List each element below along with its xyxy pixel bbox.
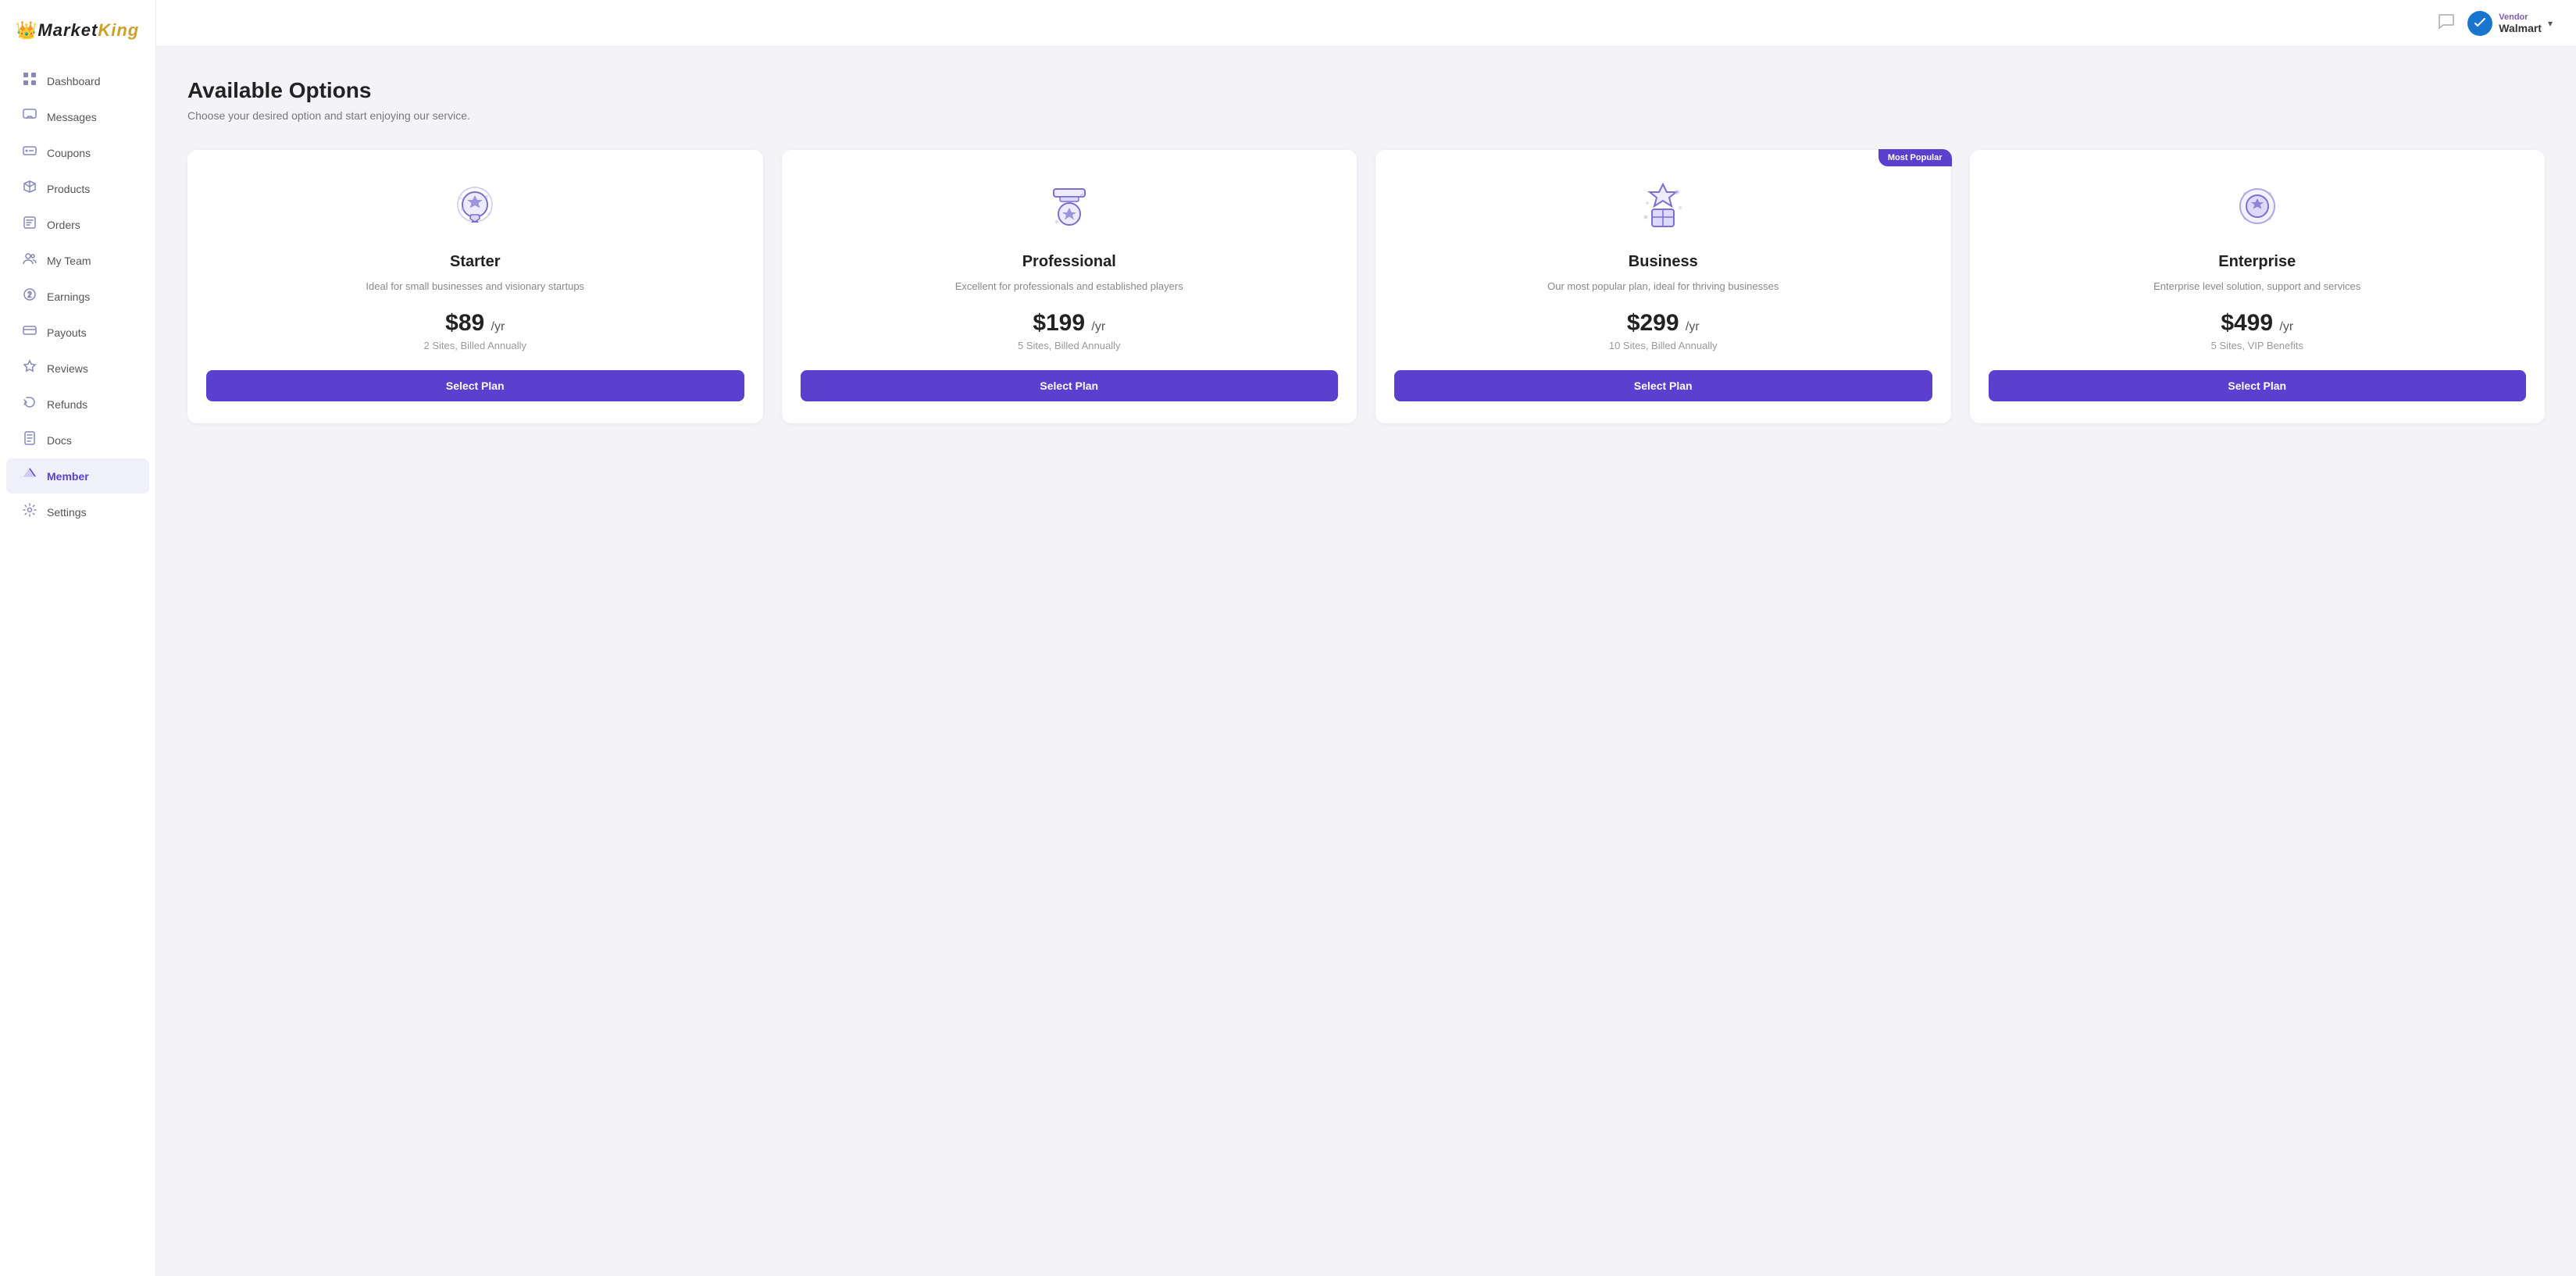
sidebar-item-docs[interactable]: Docs	[6, 422, 149, 458]
plan-desc: Excellent for professionals and establis…	[955, 279, 1183, 294]
vendor-dropdown[interactable]: Vendor Walmart ▾	[2467, 11, 2553, 36]
plan-price: $199 /yr	[1033, 310, 1105, 337]
sidebar-item-label: Payouts	[47, 326, 87, 339]
main-content: Vendor Walmart ▾ Available Options Choos…	[156, 0, 2576, 1276]
vendor-name: Walmart	[2499, 22, 2542, 34]
sidebar-item-dashboard[interactable]: Dashboard	[6, 63, 149, 98]
plan-billing: 5 Sites, VIP Benefits	[2211, 340, 2303, 351]
member-icon	[22, 467, 37, 485]
plan-desc: Ideal for small businesses and visionary…	[366, 279, 584, 294]
plan-desc: Enterprise level solution, support and s…	[2153, 279, 2360, 294]
logo: 👑MarketKing	[0, 8, 155, 56]
sidebar-item-products[interactable]: Products	[6, 171, 149, 206]
plan-name: Enterprise	[2218, 253, 2296, 271]
my-team-icon	[22, 251, 37, 269]
most-popular-badge: Most Popular	[1878, 149, 1952, 166]
plan-desc: Our most popular plan, ideal for thrivin…	[1547, 279, 1779, 294]
page-subtitle: Choose your desired option and start enj…	[187, 109, 2545, 122]
sidebar-item-member[interactable]: Member	[6, 458, 149, 494]
sidebar-item-label: Member	[47, 470, 89, 483]
select-plan-button-professional[interactable]: Select Plan	[801, 370, 1339, 401]
plan-period: /yr	[1091, 320, 1105, 333]
main-area: Available Options Choose your desired op…	[156, 47, 2576, 1276]
sidebar-item-label: Coupons	[47, 147, 91, 159]
sidebar-item-my-team[interactable]: My Team	[6, 243, 149, 278]
sidebar: 👑MarketKing Dashboard Messages Coupons P…	[0, 0, 156, 1276]
plan-name: Business	[1629, 253, 1698, 271]
header: Vendor Walmart ▾	[156, 0, 2576, 47]
plan-icon-professional	[1038, 175, 1101, 237]
sidebar-nav: Dashboard Messages Coupons Products Orde…	[0, 56, 155, 1276]
plan-name: Starter	[450, 253, 500, 271]
reviews-icon	[22, 359, 37, 377]
select-plan-button-business[interactable]: Select Plan	[1394, 370, 1932, 401]
plan-icon-enterprise	[2226, 175, 2289, 237]
sidebar-item-earnings[interactable]: Earnings	[6, 279, 149, 314]
payouts-icon	[22, 323, 37, 341]
vendor-label: Vendor	[2499, 12, 2542, 22]
messages-icon	[22, 108, 37, 126]
refunds-icon	[22, 395, 37, 413]
plan-price: $299 /yr	[1627, 310, 1700, 337]
plan-period: /yr	[2279, 320, 2293, 333]
plan-period: /yr	[1686, 320, 1700, 333]
sidebar-item-label: Settings	[47, 506, 87, 519]
sidebar-item-label: Messages	[47, 111, 97, 123]
products-icon	[22, 180, 37, 198]
sidebar-item-reviews[interactable]: Reviews	[6, 351, 149, 386]
sidebar-item-orders[interactable]: Orders	[6, 207, 149, 242]
plan-billing: 2 Sites, Billed Annually	[423, 340, 526, 351]
sidebar-item-settings[interactable]: Settings	[6, 494, 149, 529]
plan-billing: 10 Sites, Billed Annually	[1609, 340, 1718, 351]
sidebar-item-payouts[interactable]: Payouts	[6, 315, 149, 350]
docs-icon	[22, 431, 37, 449]
plan-period: /yr	[491, 320, 505, 333]
sidebar-item-label: My Team	[47, 255, 91, 267]
plan-card-professional: Professional Excellent for professionals…	[782, 150, 1358, 423]
dashboard-icon	[22, 72, 37, 90]
sidebar-item-label: Earnings	[47, 290, 90, 303]
plans-grid: Starter Ideal for small businesses and v…	[187, 150, 2545, 423]
select-plan-button-starter[interactable]: Select Plan	[206, 370, 744, 401]
sidebar-item-label: Orders	[47, 219, 80, 231]
select-plan-button-enterprise[interactable]: Select Plan	[1989, 370, 2527, 401]
vendor-avatar	[2467, 11, 2492, 36]
sidebar-item-coupons[interactable]: Coupons	[6, 135, 149, 170]
coupons-icon	[22, 144, 37, 162]
plan-card-starter: Starter Ideal for small businesses and v…	[187, 150, 763, 423]
sidebar-item-label: Reviews	[47, 362, 88, 375]
plan-name: Professional	[1022, 253, 1116, 271]
orders-icon	[22, 216, 37, 233]
plan-card-enterprise: Enterprise Enterprise level solution, su…	[1970, 150, 2546, 423]
chat-icon[interactable]	[2438, 12, 2455, 34]
sidebar-item-label: Dashboard	[47, 75, 101, 87]
settings-icon	[22, 503, 37, 521]
sidebar-item-label: Docs	[47, 434, 72, 447]
plan-card-business: Most Popular Business Our most popular p…	[1375, 150, 1951, 423]
sidebar-item-messages[interactable]: Messages	[6, 99, 149, 134]
sidebar-item-label: Products	[47, 183, 90, 195]
earnings-icon	[22, 287, 37, 305]
vendor-info: Vendor Walmart	[2499, 12, 2542, 34]
plan-icon-business	[1632, 175, 1694, 237]
page-title: Available Options	[187, 78, 2545, 103]
sidebar-item-refunds[interactable]: Refunds	[6, 387, 149, 422]
crown-icon: 👑	[16, 20, 37, 40]
plan-price: $89 /yr	[445, 310, 505, 337]
plan-price: $499 /yr	[2221, 310, 2293, 337]
plan-icon-starter	[444, 175, 506, 237]
chevron-down-icon: ▾	[2548, 18, 2553, 29]
plan-billing: 5 Sites, Billed Annually	[1018, 340, 1121, 351]
sidebar-item-label: Refunds	[47, 398, 87, 411]
